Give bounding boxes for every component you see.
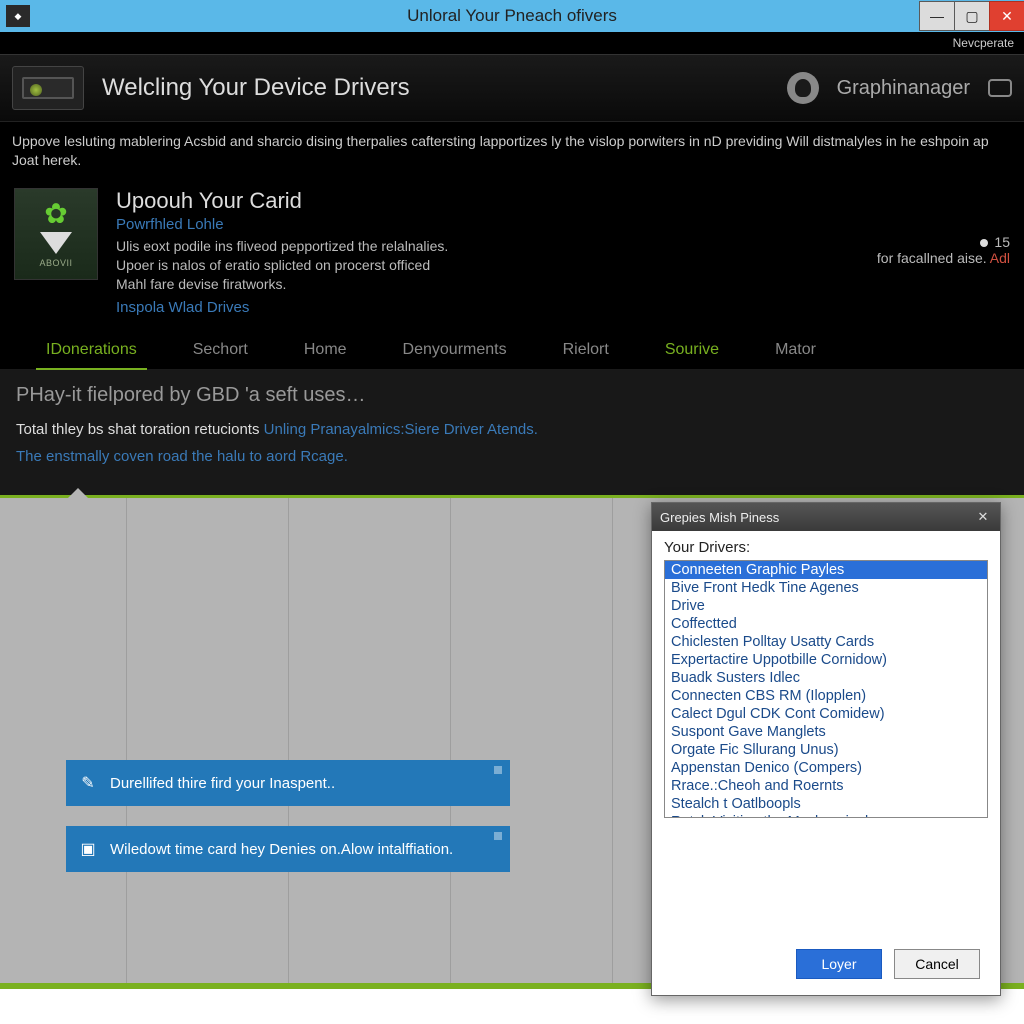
- github-icon[interactable]: [787, 72, 819, 104]
- tab-idonerations[interactable]: IDonerations: [18, 331, 165, 369]
- list-item[interactable]: Chiclesten Polltay Usatty Cards: [665, 633, 987, 651]
- content-line2-link[interactable]: The enstmally coven road the halu to aor…: [16, 448, 348, 465]
- action-1-label: Durellifed thire fird your Inaspent..: [110, 775, 335, 792]
- gpu-icon: [12, 66, 84, 110]
- expand-icon: [494, 766, 502, 774]
- header: Welcling Your Device Drivers Graphinanag…: [0, 54, 1024, 122]
- status-dot-icon: [980, 239, 988, 247]
- content-line1-link[interactable]: Unling Pranayalmics:Siere Driver Atends.: [264, 421, 538, 438]
- page-title: Welcling Your Device Drivers: [102, 74, 410, 102]
- topstrip-link[interactable]: Nevcperate: [953, 36, 1014, 50]
- window-title: Unloral Your Pneach ofivers: [407, 6, 617, 26]
- list-item[interactable]: Bive Front Hedk Tine Agenes: [665, 579, 987, 597]
- tab-sechort[interactable]: Sechort: [165, 331, 276, 369]
- maximize-button[interactable]: ▢: [954, 1, 990, 31]
- dialog-titlebar: Grepies Mish Piness ✕: [652, 503, 1000, 531]
- list-item[interactable]: Orgate Fic Sllurang Unus): [665, 741, 987, 759]
- card-subtitle[interactable]: Powrfhled Lohle: [116, 216, 842, 233]
- app-icon: ◆: [6, 5, 30, 27]
- action-2-label: Wiledowt time card hey Denies on.Alow in…: [110, 841, 453, 858]
- app-window: ◆ Unloral Your Pneach ofivers — ▢ ✕ Nevc…: [0, 0, 1024, 1024]
- pencil-icon: ✎: [78, 773, 98, 793]
- dialog-label: Your Drivers:: [664, 539, 988, 556]
- minimize-button[interactable]: —: [919, 1, 955, 31]
- driver-dialog: Grepies Mish Piness ✕ Your Drivers: Conn…: [651, 502, 1001, 996]
- list-item[interactable]: Expertactire Uppotbille Cornidow): [665, 651, 987, 669]
- driver-listbox[interactable]: Conneeten Graphic Payles Bive Front Hedk…: [664, 560, 988, 818]
- product-icon-label: ABOVII: [39, 258, 72, 268]
- card-desc-2: Upoer is nalos of eratio splicted on pro…: [116, 256, 842, 275]
- close-button[interactable]: ✕: [989, 1, 1024, 31]
- action-button-1[interactable]: ✎ Durellifed thire fird your Inaspent..: [66, 760, 510, 806]
- content-pane: PHay-it fielpored by GBD 'a seft uses… T…: [0, 370, 1024, 495]
- content-heading: PHay-it fielpored by GBD 'a seft uses…: [16, 384, 1008, 407]
- brand-label: Graphinanager: [837, 77, 970, 100]
- intro-text: Uppove lesluting mablering Acsbid and sh…: [0, 122, 1024, 184]
- titlebar: ◆ Unloral Your Pneach ofivers — ▢ ✕: [0, 0, 1024, 32]
- dialog-title-text: Grepies Mish Piness: [660, 510, 779, 525]
- card-meta: 15 for facallned aise. Adl: [860, 188, 1010, 318]
- dialog-cancel-button[interactable]: Cancel: [894, 949, 980, 979]
- message-icon[interactable]: [988, 79, 1012, 97]
- tab-home[interactable]: Home: [276, 331, 375, 369]
- list-item[interactable]: Retsh Visiting the Maskcaninal: [665, 813, 987, 818]
- list-item[interactable]: Calect Dgul CDK Cont Comidew): [665, 705, 987, 723]
- list-item[interactable]: Conneeten Graphic Payles: [665, 561, 987, 579]
- tab-rielort[interactable]: Rielort: [535, 331, 637, 369]
- card-section: ✿ ABOVII Upoouh Your Carid Powrfhled Loh…: [0, 184, 1024, 332]
- list-item[interactable]: Connecten CBS RM (Ilopplen): [665, 687, 987, 705]
- funnel-icon: [40, 232, 72, 254]
- list-item[interactable]: Rrace.:Cheoh and Roernts: [665, 777, 987, 795]
- window-controls: — ▢ ✕: [919, 1, 1024, 31]
- tab-sourive[interactable]: Sourive: [637, 331, 747, 369]
- leaf-icon: ✿: [44, 200, 67, 228]
- product-icon: ✿ ABOVII: [14, 188, 98, 280]
- card-desc-3: Mahl fare devise firatworks.: [116, 275, 842, 294]
- content-line1-text: Total thley bs shat toration retucionts: [16, 421, 264, 438]
- list-item[interactable]: Drive: [665, 597, 987, 615]
- adl-label: Adl: [990, 250, 1010, 266]
- dialog-ok-button[interactable]: Loyer: [796, 949, 882, 979]
- dialog-close-button[interactable]: ✕: [974, 509, 992, 525]
- card-desc-1: Ulis eoxt podile ins fliveod pepportized…: [116, 237, 842, 256]
- list-item[interactable]: Stealch t Oatlboopls: [665, 795, 987, 813]
- card-title: Upoouh Your Carid: [116, 188, 842, 214]
- count-badge: 15: [994, 234, 1010, 250]
- list-item[interactable]: Suspont Gave Manglets: [665, 723, 987, 741]
- tab-denyourments[interactable]: Denyourments: [375, 331, 535, 369]
- top-strip: Nevcperate: [0, 32, 1024, 54]
- right-text: for facallned aise.: [877, 250, 987, 266]
- list-item[interactable]: Coffectted: [665, 615, 987, 633]
- card-link[interactable]: Inspola Wlad Drives: [116, 299, 249, 316]
- list-item[interactable]: Appenstan Denico (Compers): [665, 759, 987, 777]
- tab-bar: IDonerations Sechort Home Denyourments R…: [0, 331, 1024, 370]
- expand-icon: [494, 832, 502, 840]
- action-button-2[interactable]: ▣ Wiledowt time card hey Denies on.Alow …: [66, 826, 510, 872]
- install-icon: ▣: [78, 839, 98, 859]
- tab-mator[interactable]: Mator: [747, 331, 844, 369]
- list-item[interactable]: Buadk Susters Idlec: [665, 669, 987, 687]
- arrow-up-icon: [68, 488, 88, 498]
